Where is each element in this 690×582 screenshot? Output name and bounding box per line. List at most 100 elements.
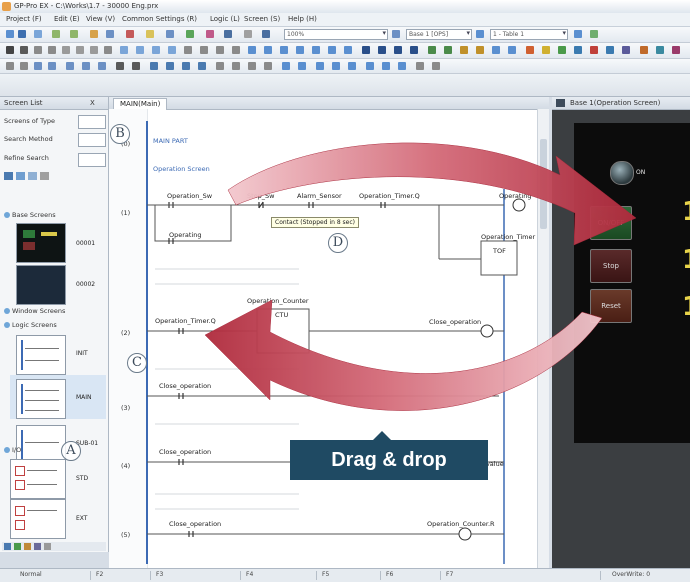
part-switch-icon[interactable] (248, 46, 256, 54)
copy-icon[interactable] (106, 30, 114, 38)
save-icon[interactable] (34, 30, 42, 38)
find-icon[interactable] (262, 30, 270, 38)
counter-operation-label[interactable]: Operation_Counter (247, 297, 309, 305)
contact-close-operation-3[interactable]: Close_operation (159, 448, 211, 456)
align-center-icon[interactable] (378, 46, 386, 54)
io-thumb-ext[interactable] (10, 499, 66, 539)
prev-icon[interactable] (416, 62, 424, 70)
jump-icon[interactable] (248, 62, 256, 70)
thumbnail-view-icon[interactable] (16, 172, 25, 180)
rung-insert-icon[interactable] (116, 62, 124, 70)
cut-icon[interactable] (90, 30, 98, 38)
monitor-ladder-icon[interactable] (316, 62, 324, 70)
pin-icon[interactable]: X (90, 99, 95, 107)
detail-view-icon[interactable] (28, 172, 37, 180)
onoff-button[interactable]: ON/OFF (590, 206, 632, 240)
editor-vertical-scrollbar[interactable] (537, 109, 549, 568)
part-lamp-icon[interactable] (264, 46, 272, 54)
bulb-icon[interactable] (542, 46, 550, 54)
flip-icon[interactable] (508, 46, 516, 54)
return-icon[interactable] (264, 62, 272, 70)
menu-logic[interactable]: Logic (L) (210, 15, 240, 23)
editor-scroll-thumb[interactable] (540, 139, 547, 229)
panel-parts-icon[interactable] (14, 543, 21, 550)
polygon-icon[interactable] (104, 46, 112, 54)
contact-stop-sw[interactable]: Stop_Sw (247, 192, 274, 200)
monitor-icon[interactable] (224, 30, 232, 38)
refine-search-input[interactable] (78, 153, 106, 167)
instruction-icon[interactable] (150, 62, 158, 70)
branch-icon[interactable] (82, 62, 90, 70)
io-category[interactable]: I/O (4, 446, 21, 454)
arrange-icon[interactable] (574, 30, 582, 38)
contact-close-operation-4[interactable]: Close_operation (169, 520, 221, 528)
marker-icon[interactable] (200, 46, 208, 54)
contact-close-operation-2[interactable]: Close_operation (159, 382, 211, 390)
menu-view[interactable]: View (V) (86, 15, 115, 23)
rect-icon[interactable] (62, 46, 70, 54)
coil-icon[interactable] (66, 62, 74, 70)
menu-help[interactable]: Help (H) (288, 15, 317, 23)
part-data-icon[interactable] (280, 46, 288, 54)
text-icon[interactable] (20, 46, 28, 54)
open-icon[interactable] (18, 30, 26, 38)
status-f5[interactable]: F5 (322, 571, 329, 578)
circle-icon[interactable] (76, 46, 84, 54)
status-f4[interactable]: F4 (246, 571, 253, 578)
dimension-icon[interactable] (184, 46, 192, 54)
status-f2[interactable]: F2 (96, 571, 103, 578)
menu-screen[interactable]: Screen (S) (244, 15, 280, 23)
part-alarm-icon[interactable] (312, 46, 320, 54)
zoom-out-icon[interactable] (398, 62, 406, 70)
front-icon[interactable] (460, 46, 468, 54)
rung-delete-icon[interactable] (132, 62, 140, 70)
status-f7[interactable]: F7 (446, 571, 453, 578)
timer-icon[interactable] (166, 62, 174, 70)
base-screen-thumb-1[interactable] (16, 223, 66, 263)
panel-address-icon[interactable] (24, 543, 31, 550)
polyline-icon[interactable] (48, 46, 56, 54)
logic-screen-thumb-main[interactable] (16, 379, 66, 419)
branch-end-icon[interactable] (98, 62, 106, 70)
io-thumb-std[interactable] (10, 459, 66, 499)
contact-operation-timer-q[interactable]: Operation_Timer.Q (359, 192, 420, 200)
ladder-row-icon[interactable] (20, 62, 28, 70)
stop-button[interactable]: Stop (590, 249, 632, 283)
folder-icon[interactable] (146, 30, 154, 38)
coil-close-operation-label[interactable]: Close_operation (429, 318, 481, 326)
select-icon[interactable] (6, 46, 14, 54)
layer-select[interactable]: 1 - Table 1 (490, 29, 568, 40)
ungroup-icon[interactable] (444, 46, 452, 54)
paste-icon[interactable] (126, 30, 134, 38)
play-icon[interactable] (558, 46, 566, 54)
star-icon[interactable] (640, 46, 648, 54)
delete-icon[interactable] (40, 172, 49, 180)
move-icon[interactable] (232, 62, 240, 70)
logic-screen-thumb-init[interactable] (16, 335, 66, 375)
call-icon[interactable] (232, 46, 240, 54)
counter-icon[interactable] (182, 62, 190, 70)
rotate-icon[interactable] (492, 46, 500, 54)
reset-button[interactable]: Reset (590, 289, 632, 323)
screen-type-dropdown[interactable] (78, 115, 106, 129)
contact-nc-icon[interactable] (48, 62, 56, 70)
chip-icon[interactable] (622, 46, 630, 54)
new-icon[interactable] (6, 30, 14, 38)
zoom-in-icon[interactable] (382, 62, 390, 70)
part-window-icon[interactable] (328, 46, 336, 54)
table-icon[interactable] (120, 46, 128, 54)
nav-icon[interactable] (476, 30, 484, 38)
part-graph-icon[interactable] (296, 46, 304, 54)
contact-operation-sw[interactable]: Operation_Sw (167, 192, 212, 200)
transfer-icon[interactable] (186, 30, 194, 38)
panel-screen-icon[interactable] (4, 543, 11, 550)
timer-operation-label[interactable]: Operation_Timer (481, 233, 535, 241)
base-screens-category[interactable]: Base Screens (4, 211, 56, 219)
list-view-icon[interactable] (4, 172, 13, 180)
line-icon[interactable] (34, 46, 42, 54)
comment-icon[interactable] (282, 62, 290, 70)
zoom-select[interactable]: 100% (284, 29, 388, 40)
step-icon[interactable] (366, 62, 374, 70)
simulate-icon[interactable] (206, 30, 214, 38)
pie-icon[interactable] (152, 46, 160, 54)
